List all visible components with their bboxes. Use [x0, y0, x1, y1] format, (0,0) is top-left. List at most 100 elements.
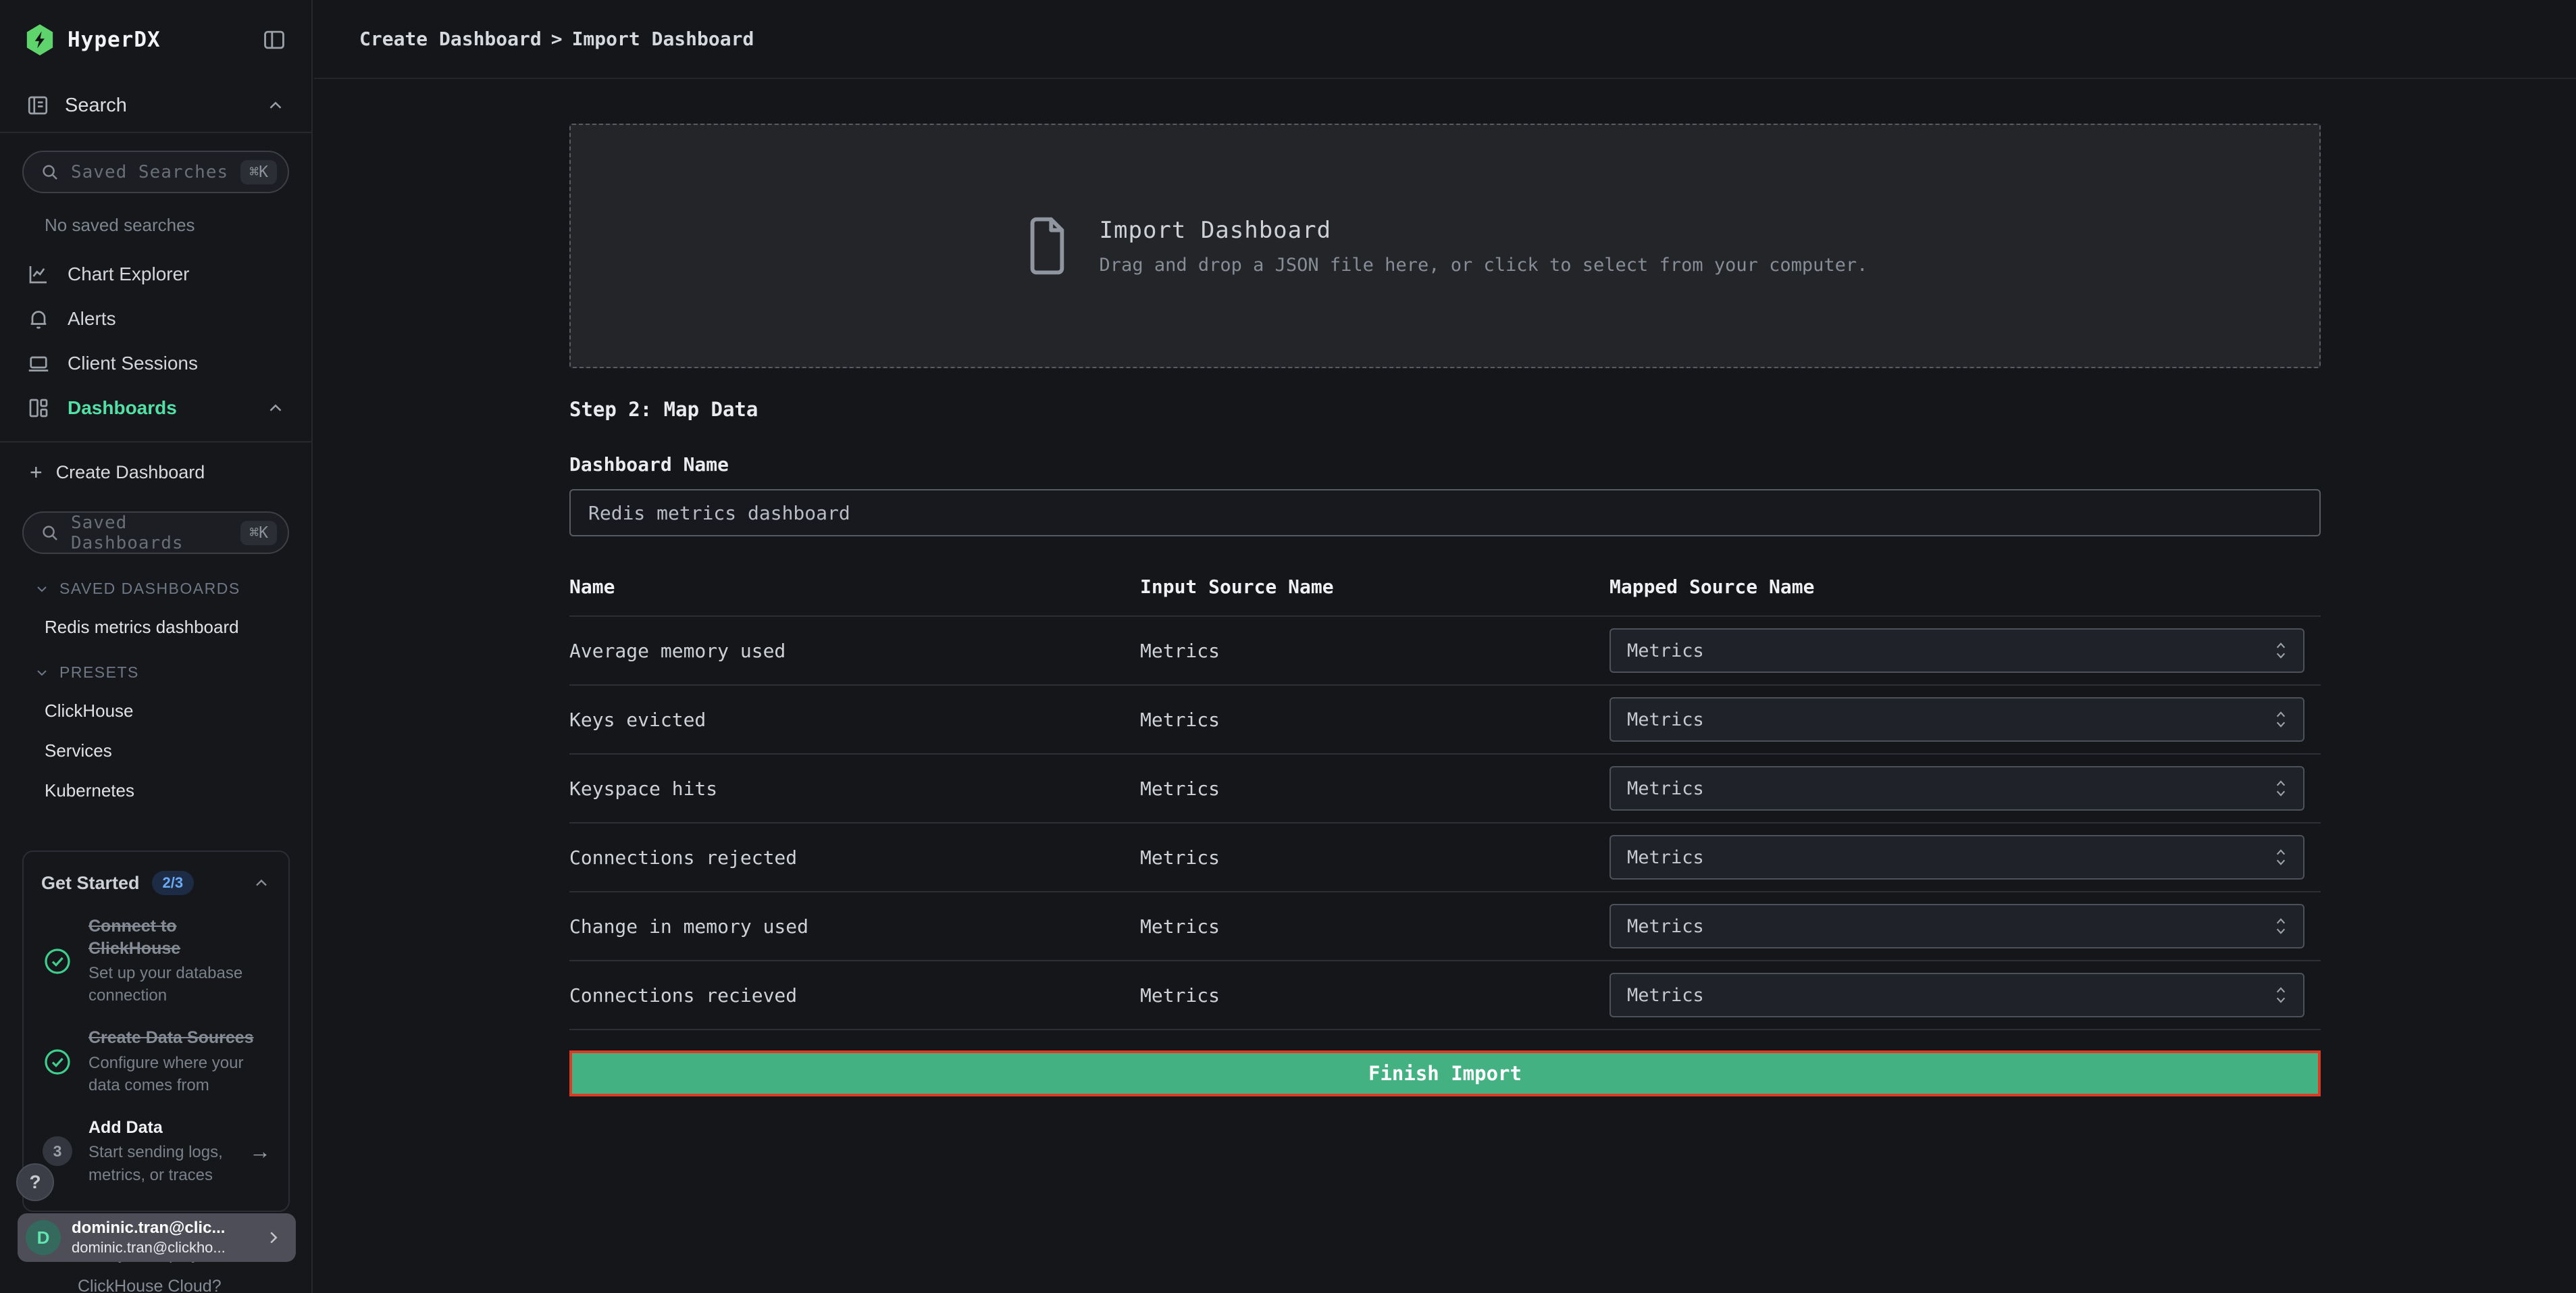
user-name: dominic.tran@clic...	[72, 1219, 253, 1238]
chevron-down-icon	[34, 665, 50, 681]
metric-name: Keys evicted	[569, 709, 1140, 731]
search-section-icon	[26, 93, 50, 118]
input-source-name: Metrics	[1140, 915, 1609, 938]
get-started-item-connect[interactable]: Connect to ClickHouse Set up your databa…	[41, 915, 271, 1007]
table-header-row: Name Input Source Name Mapped Source Nam…	[569, 563, 2321, 617]
bell-icon	[26, 307, 51, 331]
saved-searches-placeholder: Saved Searches	[71, 162, 230, 182]
column-header-name: Name	[569, 576, 1140, 598]
task-description: Configure where your data comes from	[88, 1052, 271, 1096]
column-header-mapped-source: Mapped Source Name	[1609, 576, 2321, 598]
presets-section-header[interactable]: PRESETS	[0, 638, 311, 682]
chevron-up-icon	[252, 873, 271, 892]
table-row: Keys evicted Metrics Metrics	[569, 686, 2321, 755]
get-started-item-add-data[interactable]: 3 Add Data Start sending logs, metrics, …	[41, 1117, 271, 1186]
mapped-source-select[interactable]: Metrics	[1609, 697, 2304, 742]
file-dropzone[interactable]: Import Dashboard Drag and drop a JSON fi…	[569, 124, 2321, 368]
preset-item-kubernetes[interactable]: Kubernetes	[0, 761, 311, 801]
sidebar-nav: Chart Explorer Alerts Client Sessions	[0, 243, 311, 441]
create-dashboard-button[interactable]: + Create Dashboard	[0, 451, 311, 494]
step-title: Step 2: Map Data	[569, 398, 2321, 421]
mapped-source-select[interactable]: Metrics	[1609, 904, 2304, 948]
task-title: Connect to ClickHouse	[88, 915, 257, 959]
divider	[0, 441, 311, 442]
dropzone-title: Import Dashboard	[1100, 217, 1868, 244]
select-chevrons-icon	[2275, 709, 2287, 730]
get-started-header[interactable]: Get Started 2/3	[41, 871, 271, 895]
search-section-label: Search	[65, 95, 251, 117]
get-started-item-sources[interactable]: Create Data Sources Configure where your…	[41, 1027, 271, 1096]
saved-dashboard-item[interactable]: Redis metrics dashboard	[0, 598, 311, 638]
get-started-title: Get Started	[41, 873, 140, 894]
metric-name: Connections rejected	[569, 846, 1140, 869]
app-title: HyperDX	[68, 28, 249, 52]
dashboard-name-input[interactable]	[569, 489, 2321, 536]
dropzone-subtitle: Drag and drop a JSON file here, or click…	[1100, 255, 1868, 276]
preset-item-services[interactable]: Services	[0, 721, 311, 761]
chevron-right-icon	[263, 1227, 284, 1248]
chevron-up-icon	[265, 398, 286, 418]
input-source-name: Metrics	[1140, 778, 1609, 800]
user-email: dominic.tran@clickho...	[72, 1239, 253, 1257]
mapped-source-select[interactable]: Metrics	[1609, 835, 2304, 880]
search-section-header[interactable]: Search	[0, 79, 311, 132]
help-button[interactable]: ?	[16, 1163, 54, 1201]
sidebar-item-client-sessions[interactable]: Client Sessions	[0, 341, 311, 386]
metric-name: Keyspace hits	[569, 778, 1140, 800]
cloud-promo-line2: ClickHouse Cloud?	[78, 1277, 222, 1293]
sidebar-item-alerts[interactable]: Alerts	[0, 297, 311, 341]
sidebar-collapse-icon[interactable]	[261, 27, 287, 53]
step-number-badge: 3	[41, 1136, 74, 1166]
task-description: Set up your database connection	[88, 962, 271, 1007]
preset-item-clickhouse[interactable]: ClickHouse	[0, 682, 311, 721]
saved-dashboards-input[interactable]: Saved Dashboards ⌘K	[22, 511, 289, 554]
sidebar-item-label: Dashboards	[68, 397, 249, 419]
sidebar-item-dashboards[interactable]: Dashboards	[0, 386, 311, 430]
input-source-name: Metrics	[1140, 984, 1609, 1007]
table-row: Connections rejected Metrics Metrics	[569, 823, 2321, 892]
select-chevrons-icon	[2275, 847, 2287, 867]
mapped-source-select[interactable]: Metrics	[1609, 766, 2304, 811]
no-saved-searches-note: No saved searches	[0, 193, 311, 243]
main-area: Create Dashboard>Import Dashboard Import…	[314, 0, 2576, 1293]
chevron-up-icon	[265, 95, 286, 116]
select-chevrons-icon	[2275, 916, 2287, 936]
chart-explorer-icon	[26, 262, 51, 286]
finish-import-button[interactable]: Finish Import	[569, 1050, 2321, 1096]
saved-dashboards-placeholder: Saved Dashboards	[71, 513, 230, 553]
check-circle-icon	[41, 1046, 74, 1078]
get-started-card: Get Started 2/3 Connect to ClickHouse Se…	[22, 851, 290, 1212]
mapped-source-select[interactable]: Metrics	[1609, 628, 2304, 673]
user-profile-button[interactable]: D dominic.tran@clic... dominic.tran@clic…	[18, 1213, 296, 1262]
metric-name: Connections recieved	[569, 984, 1140, 1007]
select-chevrons-icon	[2275, 778, 2287, 798]
sidebar: HyperDX Search Saved Searches ⌘K No save…	[0, 0, 313, 1293]
breadcrumb: Create Dashboard>Import Dashboard	[359, 28, 754, 50]
input-source-name: Metrics	[1140, 640, 1609, 662]
create-dashboard-label: Create Dashboard	[56, 462, 205, 483]
breadcrumb-create-dashboard[interactable]: Create Dashboard	[359, 28, 542, 50]
table-row: Keyspace hits Metrics Metrics	[569, 755, 2321, 823]
saved-dashboards-section-header[interactable]: SAVED DASHBOARDS	[0, 554, 311, 598]
mapping-table: Name Input Source Name Mapped Source Nam…	[569, 563, 2321, 1030]
shortcut-badge: ⌘K	[240, 521, 277, 545]
sidebar-item-chart-explorer[interactable]: Chart Explorer	[0, 252, 311, 297]
hyperdx-logo-icon	[24, 23, 55, 57]
sidebar-item-label: Chart Explorer	[68, 263, 286, 285]
dashboard-name-label: Dashboard Name	[569, 453, 2321, 476]
check-circle-icon	[41, 945, 74, 978]
chevron-down-icon	[34, 581, 50, 597]
sidebar-item-label: Client Sessions	[68, 353, 286, 374]
task-title: Create Data Sources	[88, 1027, 257, 1049]
mapped-source-select[interactable]: Metrics	[1609, 973, 2304, 1017]
metric-name: Change in memory used	[569, 915, 1140, 938]
table-row: Average memory used Metrics Metrics	[569, 617, 2321, 686]
saved-searches-input[interactable]: Saved Searches ⌘K	[22, 151, 289, 193]
input-source-name: Metrics	[1140, 846, 1609, 869]
select-chevrons-icon	[2275, 640, 2287, 661]
task-title: Add Data	[88, 1117, 234, 1139]
metric-name: Average memory used	[569, 640, 1140, 662]
search-icon	[40, 523, 60, 543]
select-chevrons-icon	[2275, 985, 2287, 1005]
import-content: Import Dashboard Drag and drop a JSON fi…	[569, 124, 2321, 1096]
